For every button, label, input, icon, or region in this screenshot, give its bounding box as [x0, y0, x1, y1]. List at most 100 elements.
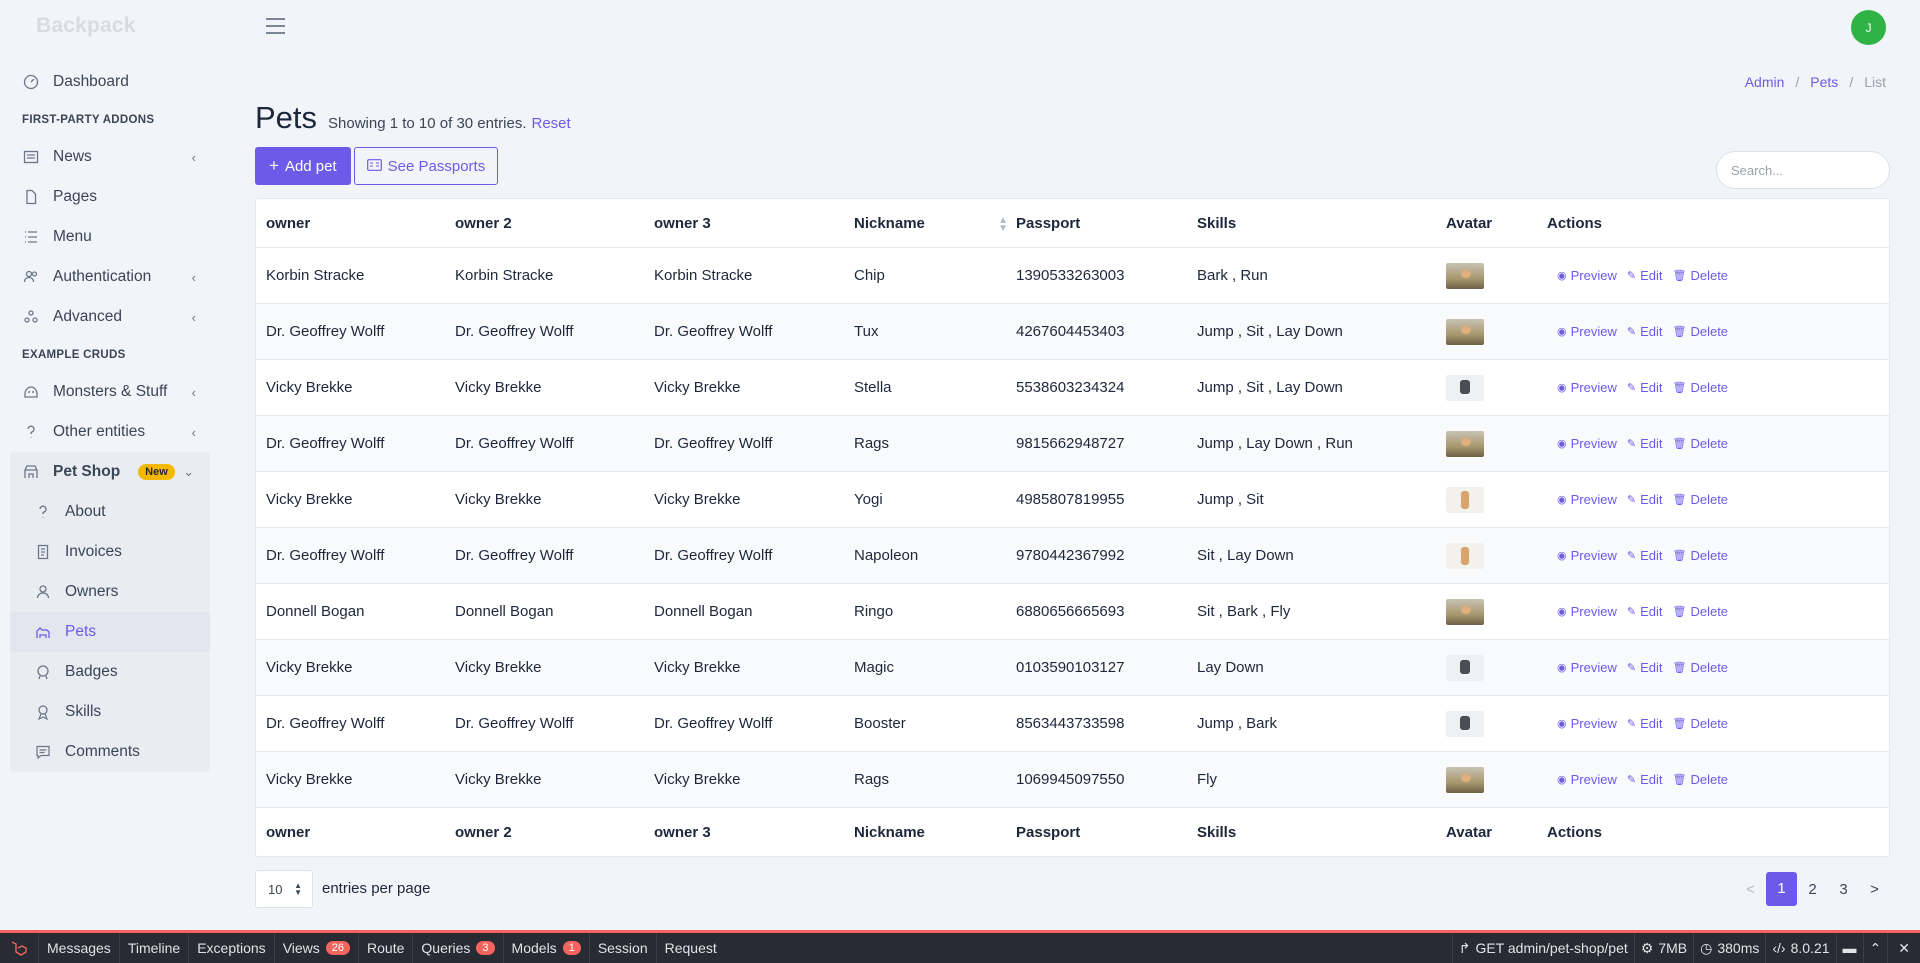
preview-button[interactable]: ◉ Preview	[1557, 268, 1617, 283]
preview-button[interactable]: ◉ Preview	[1557, 548, 1617, 563]
per-page-select[interactable]: 10 ▲ ▼	[255, 870, 313, 908]
close-icon[interactable]: ✕	[1887, 933, 1920, 963]
delete-button[interactable]: 🗑 Delete	[1672, 436, 1728, 451]
delete-button[interactable]: 🗑 Delete	[1672, 268, 1728, 283]
column-header[interactable]: owner 3	[654, 215, 854, 232]
pet-avatar-image[interactable]	[1446, 262, 1484, 289]
sidebar-item-monsters[interactable]: Monsters & Stuff ‹	[0, 372, 220, 412]
page-button-3[interactable]: 3	[1828, 881, 1859, 898]
preview-button[interactable]: ◉ Preview	[1557, 380, 1617, 395]
edit-button[interactable]: ✎ Edit	[1627, 716, 1663, 731]
edit-button[interactable]: ✎ Edit	[1627, 268, 1663, 283]
sidebar-item-skills[interactable]: Skills	[10, 692, 210, 732]
edit-button[interactable]: ✎ Edit	[1627, 772, 1663, 787]
delete-button[interactable]: 🗑 Delete	[1672, 604, 1728, 619]
delete-button[interactable]: 🗑 Delete	[1672, 548, 1728, 563]
sidebar-item-advanced[interactable]: Advanced ‹	[0, 297, 220, 337]
pet-avatar-image[interactable]	[1446, 598, 1484, 625]
delete-button[interactable]: 🗑 Delete	[1672, 380, 1728, 395]
delete-button[interactable]: 🗑 Delete	[1672, 772, 1728, 787]
column-header[interactable]: Avatar	[1446, 215, 1547, 232]
column-header[interactable]: Passport	[1016, 215, 1197, 232]
edit-button[interactable]: ✎ Edit	[1627, 660, 1663, 675]
pet-avatar-image[interactable]	[1446, 542, 1484, 569]
edit-button[interactable]: ✎ Edit	[1627, 436, 1663, 451]
reset-link[interactable]: Reset	[532, 115, 571, 132]
debug-tab-route[interactable]: Route	[358, 933, 412, 963]
preview-button[interactable]: ◉ Preview	[1557, 604, 1617, 619]
sidebar-item-pages[interactable]: Pages	[0, 177, 220, 217]
preview-button[interactable]: ◉ Preview	[1557, 772, 1617, 787]
sidebar-item-pets[interactable]: Pets	[10, 612, 210, 652]
user-avatar[interactable]: J	[1851, 10, 1886, 45]
sidebar-item-badges[interactable]: Badges	[10, 652, 210, 692]
memory-text: 7MB	[1658, 940, 1688, 956]
preview-button[interactable]: ◉ Preview	[1557, 716, 1617, 731]
preview-button[interactable]: ◉ Preview	[1557, 436, 1617, 451]
sidebar-item-news[interactable]: News ‹	[0, 137, 220, 177]
delete-button[interactable]: 🗑 Delete	[1672, 660, 1728, 675]
debug-tab-session[interactable]: Session	[588, 933, 656, 963]
eye-icon: ◉	[1557, 382, 1567, 394]
debug-tab-queries[interactable]: Queries 3	[412, 933, 502, 963]
preview-button[interactable]: ◉ Preview	[1557, 492, 1617, 507]
chevron-up-icon[interactable]: ⌃	[1862, 933, 1888, 963]
pet-avatar-image[interactable]	[1446, 318, 1484, 345]
pet-avatar-image[interactable]	[1446, 654, 1484, 681]
sidebar-item-owners[interactable]: Owners	[10, 572, 210, 612]
delete-button[interactable]: 🗑 Delete	[1672, 492, 1728, 507]
column-header[interactable]: owner	[256, 215, 455, 232]
sidebar-item-pet-shop[interactable]: Pet Shop New ⌄	[10, 452, 210, 492]
cell-skills: Jump , Sit , Lay Down	[1197, 323, 1343, 340]
debug-tab-views[interactable]: Views 26	[273, 933, 358, 963]
sidebar-item-authentication[interactable]: Authentication ‹	[0, 257, 220, 297]
delete-button[interactable]: 🗑 Delete	[1672, 324, 1728, 339]
pet-avatar-image[interactable]	[1446, 710, 1484, 737]
sidebar-item-comments[interactable]: Comments	[10, 732, 210, 772]
brand-logo[interactable]: Backpack	[0, 0, 220, 52]
debug-tab-exceptions[interactable]: Exceptions	[188, 933, 273, 963]
page-button-2[interactable]: 2	[1797, 881, 1828, 898]
debug-tab-timeline[interactable]: Timeline	[118, 933, 188, 963]
next-page-button[interactable]: >	[1859, 881, 1890, 898]
pet-avatar-image[interactable]	[1446, 766, 1484, 793]
breadcrumb: Admin / Pets / List	[1741, 74, 1890, 90]
sidebar-item-about[interactable]: About	[10, 492, 210, 532]
debug-tab-models[interactable]: Models 1	[502, 933, 589, 963]
delete-button[interactable]: 🗑 Delete	[1672, 716, 1728, 731]
preview-button[interactable]: ◉ Preview	[1557, 324, 1617, 339]
sidebar-item-menu[interactable]: Menu	[0, 217, 220, 257]
debug-tab-messages[interactable]: Messages	[38, 933, 119, 963]
column-header[interactable]: Skills	[1197, 215, 1446, 232]
column-header-nickname[interactable]: Nickname ▲ ▼	[854, 215, 1016, 234]
folder-icon[interactable]: ▬	[1835, 933, 1863, 963]
edit-label: Edit	[1640, 380, 1663, 395]
edit-button[interactable]: ✎ Edit	[1627, 548, 1663, 563]
search-input[interactable]: Search...	[1716, 151, 1890, 189]
page-button-1[interactable]: 1	[1766, 872, 1797, 906]
edit-button[interactable]: ✎ Edit	[1627, 492, 1663, 507]
pet-avatar-image[interactable]	[1446, 486, 1484, 513]
sidebar-item-dashboard[interactable]: Dashboard	[0, 62, 220, 102]
sidebar-item-invoices[interactable]: Invoices	[10, 532, 210, 572]
edit-button[interactable]: ✎ Edit	[1627, 380, 1663, 395]
edit-button[interactable]: ✎ Edit	[1627, 324, 1663, 339]
edit-button[interactable]: ✎ Edit	[1627, 604, 1663, 619]
column-header[interactable]: owner 2	[455, 215, 654, 232]
pet-avatar-image[interactable]	[1446, 430, 1484, 457]
breadcrumb-admin[interactable]: Admin	[1745, 74, 1785, 90]
preview-button[interactable]: ◉ Preview	[1557, 660, 1617, 675]
pet-shop-group: Pet Shop New ⌄ About Invoices Owners Pet…	[10, 452, 210, 772]
pet-avatar-image[interactable]	[1446, 374, 1484, 401]
debug-tab-request[interactable]: Request	[655, 933, 725, 963]
menu-toggle-icon[interactable]	[265, 17, 286, 35]
sort-icon[interactable]: ▲ ▼	[998, 215, 1008, 233]
prev-page-button[interactable]: <	[1735, 881, 1766, 898]
sidebar-item-other-entities[interactable]: Other entities ‹	[0, 412, 220, 452]
add-pet-button[interactable]: + Add pet	[255, 147, 351, 185]
see-passports-button[interactable]: See Passports	[353, 147, 499, 185]
debug-route-info[interactable]: ↱ GET admin/pet-shop/pet	[1451, 933, 1634, 963]
breadcrumb-pets[interactable]: Pets	[1810, 74, 1838, 90]
laravel-logo-icon[interactable]	[0, 939, 38, 957]
cell-owner-3: Dr. Geoffrey Wolff	[654, 715, 773, 732]
